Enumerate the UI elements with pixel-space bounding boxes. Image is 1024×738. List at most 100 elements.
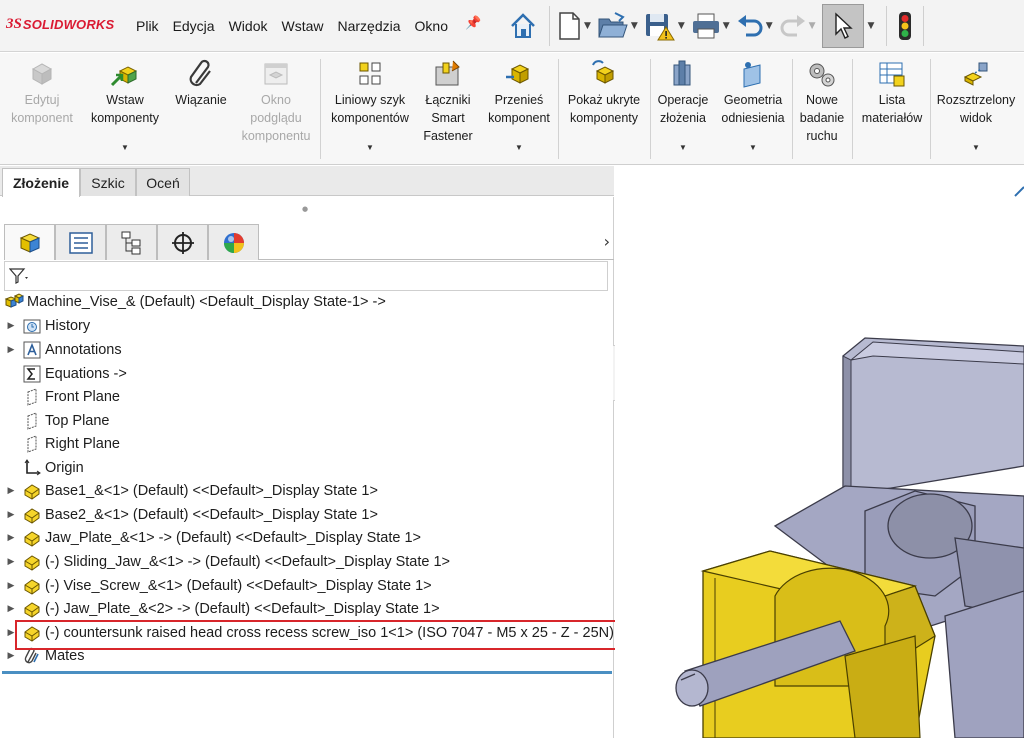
tab-evaluate[interactable]: Oceń	[136, 168, 190, 196]
chevron-down-icon[interactable]: ▼	[678, 21, 685, 31]
separator	[650, 59, 651, 159]
expand-arrow-icon[interactable]: ▶	[6, 485, 16, 496]
undo-button[interactable]: ▼	[736, 5, 779, 47]
vise-3d-model[interactable]	[615, 166, 1024, 738]
feature-manager-pane: ● › Machine_Vise_& (Default) <Default_Di…	[0, 197, 621, 738]
reference-geometry-label: Geometria odniesienia	[721, 93, 785, 125]
tab-assembly[interactable]: Złożenie	[2, 168, 80, 197]
display-manager-icon	[223, 232, 244, 253]
expand-arrow-icon[interactable]: ▶	[6, 509, 16, 520]
tree-root-label: Machine_Vise_& (Default) <Default_Displa…	[27, 293, 386, 310]
expand-arrow-icon[interactable]: ▶	[6, 344, 16, 355]
menu-tools[interactable]: Narzędzia	[338, 18, 401, 34]
exploded-view-button[interactable]: Rozsztrzelony widok ▼	[932, 53, 1020, 165]
tab-display-manager[interactable]	[208, 224, 259, 260]
part-icon	[22, 481, 42, 501]
chevron-down-icon[interactable]: ▼	[584, 21, 591, 31]
tree-item-base1[interactable]: ▶ Base1_&<1> (Default) <<Default>_Displa…	[6, 479, 378, 502]
menu-edit[interactable]: Edycja	[173, 18, 215, 34]
tree-item-label: Base2_&<1> (Default) <<Default>_Display …	[45, 506, 378, 523]
motion-study-icon	[807, 59, 837, 89]
move-component-button[interactable]: Przenieś komponent ▼	[482, 53, 556, 165]
chevron-down-icon[interactable]: ▼	[121, 139, 129, 157]
expand-arrow-icon[interactable]: ▶	[6, 603, 16, 614]
bom-button[interactable]: Lista materiałów	[856, 53, 928, 165]
tree-root-assembly[interactable]: Machine_Vise_& (Default) <Default_Displa…	[4, 290, 386, 313]
printer-icon	[692, 13, 719, 39]
chevron-down-icon[interactable]: ▼	[972, 139, 980, 157]
solidworks-logo[interactable]: 3S SOLIDWORKS	[6, 16, 114, 33]
menu-view[interactable]: Widok	[229, 18, 268, 34]
insert-components-button[interactable]: Wstaw komponenty ▼	[84, 53, 166, 165]
home-button[interactable]	[503, 5, 543, 47]
exploded-view-label: Rozsztrzelony widok	[936, 93, 1016, 125]
redo-button[interactable]: ▼	[779, 5, 822, 47]
tree-item-annotations[interactable]: ▶ Annotations	[6, 338, 122, 361]
save-button[interactable]: ▼	[644, 5, 691, 47]
tree-item-front-plane[interactable]: Front Plane	[6, 385, 120, 408]
tab-property-manager[interactable]	[55, 224, 106, 260]
smart-fastener-button[interactable]: Łączniki Smart Fastener	[416, 53, 480, 165]
reference-geometry-button[interactable]: Geometria odniesienia ▼	[716, 53, 790, 165]
pane-grip-icon[interactable]: ●	[302, 205, 308, 213]
preview-window-label: Okno podglądu komponentu	[241, 93, 311, 143]
chevron-down-icon[interactable]: ▼	[723, 21, 730, 31]
tree-filter[interactable]	[4, 261, 608, 291]
home-icon	[511, 13, 535, 38]
graphics-viewport[interactable]	[615, 166, 1024, 738]
menu-file[interactable]: Plik	[136, 18, 159, 34]
print-button[interactable]: ▼	[691, 5, 736, 47]
tree-item-history[interactable]: ▶ History	[6, 314, 91, 337]
separator	[320, 59, 321, 159]
chevron-down-icon[interactable]: ▼	[749, 139, 757, 157]
open-button[interactable]: ▼	[597, 5, 644, 47]
chevron-down-icon[interactable]: ▼	[631, 21, 638, 31]
chevron-down-icon[interactable]: ▼	[515, 139, 523, 157]
command-manager: Edytuj komponent Wstaw komponenty ▼ Wiąz…	[0, 53, 1024, 165]
pin-icon[interactable]: 📌	[465, 16, 481, 31]
chevron-right-icon[interactable]: ›	[604, 232, 610, 251]
rollback-bar[interactable]	[2, 671, 612, 674]
tree-item-equations[interactable]: Equations ->	[6, 362, 127, 385]
separator	[792, 59, 793, 159]
tree-item-right-plane[interactable]: Right Plane	[6, 432, 120, 455]
annotations-icon	[22, 340, 42, 360]
tree-item-sliding-jaw[interactable]: ▶ (-) Sliding_Jaw_&<1> -> (Default) <<De…	[6, 550, 450, 573]
show-hidden-button[interactable]: Pokaż ukryte komponenty	[560, 53, 648, 165]
tree-item-base2[interactable]: ▶ Base2_&<1> (Default) <<Default>_Displa…	[6, 503, 378, 526]
tree-item-top-plane[interactable]: Top Plane	[6, 409, 110, 432]
chevron-down-icon[interactable]: ▼	[809, 21, 816, 31]
preview-window-button[interactable]: Okno podglądu komponentu	[236, 53, 316, 165]
new-motion-study-button[interactable]: Nowe badanie ruchu	[794, 53, 850, 165]
assembly-features-button[interactable]: Operacje złożenia ▼	[652, 53, 714, 165]
assembly-features-label: Operacje złożenia	[657, 93, 709, 125]
expand-arrow-icon[interactable]: ▶	[6, 650, 16, 661]
chevron-down-icon[interactable]: ▼	[766, 21, 773, 31]
tab-feature-manager[interactable]	[4, 224, 55, 260]
chevron-down-icon[interactable]: ▼	[868, 21, 875, 31]
edit-component-button[interactable]: Edytuj komponent	[4, 53, 80, 165]
tree-item-vise-screw[interactable]: ▶ (-) Vise_Screw_&<1> (Default) <<Defaul…	[6, 574, 432, 597]
tree-item-origin[interactable]: Origin	[6, 456, 84, 479]
menu-window[interactable]: Okno	[415, 18, 448, 34]
linear-pattern-button[interactable]: Liniowy szyk komponentów ▼	[324, 53, 416, 165]
part-icon	[22, 576, 42, 596]
tab-sketch[interactable]: Szkic	[80, 168, 136, 196]
expand-arrow-icon[interactable]: ▶	[6, 320, 16, 331]
chevron-down-icon[interactable]: ▼	[366, 139, 374, 157]
tree-item-label: Equations ->	[45, 365, 127, 382]
tree-item-jaw-plate-2[interactable]: ▶ (-) Jaw_Plate_&<2> -> (Default) <<Defa…	[6, 597, 440, 620]
new-document-button[interactable]: ▼	[556, 5, 597, 47]
separator	[923, 6, 925, 46]
tree-item-jaw-plate-1[interactable]: ▶ Jaw_Plate_&<1> -> (Default) <<Default>…	[6, 526, 421, 549]
rebuild-button[interactable]	[893, 5, 917, 47]
select-button[interactable]	[821, 4, 864, 48]
menu-insert[interactable]: Wstaw	[282, 18, 324, 34]
expand-arrow-icon[interactable]: ▶	[6, 556, 16, 567]
mate-button[interactable]: Wiązanie	[168, 53, 234, 165]
expand-arrow-icon[interactable]: ▶	[6, 532, 16, 543]
tab-configuration-manager[interactable]	[106, 224, 157, 260]
chevron-down-icon[interactable]: ▼	[679, 139, 687, 157]
expand-arrow-icon[interactable]: ▶	[6, 580, 16, 591]
tab-dimxpert-manager[interactable]	[157, 224, 208, 260]
